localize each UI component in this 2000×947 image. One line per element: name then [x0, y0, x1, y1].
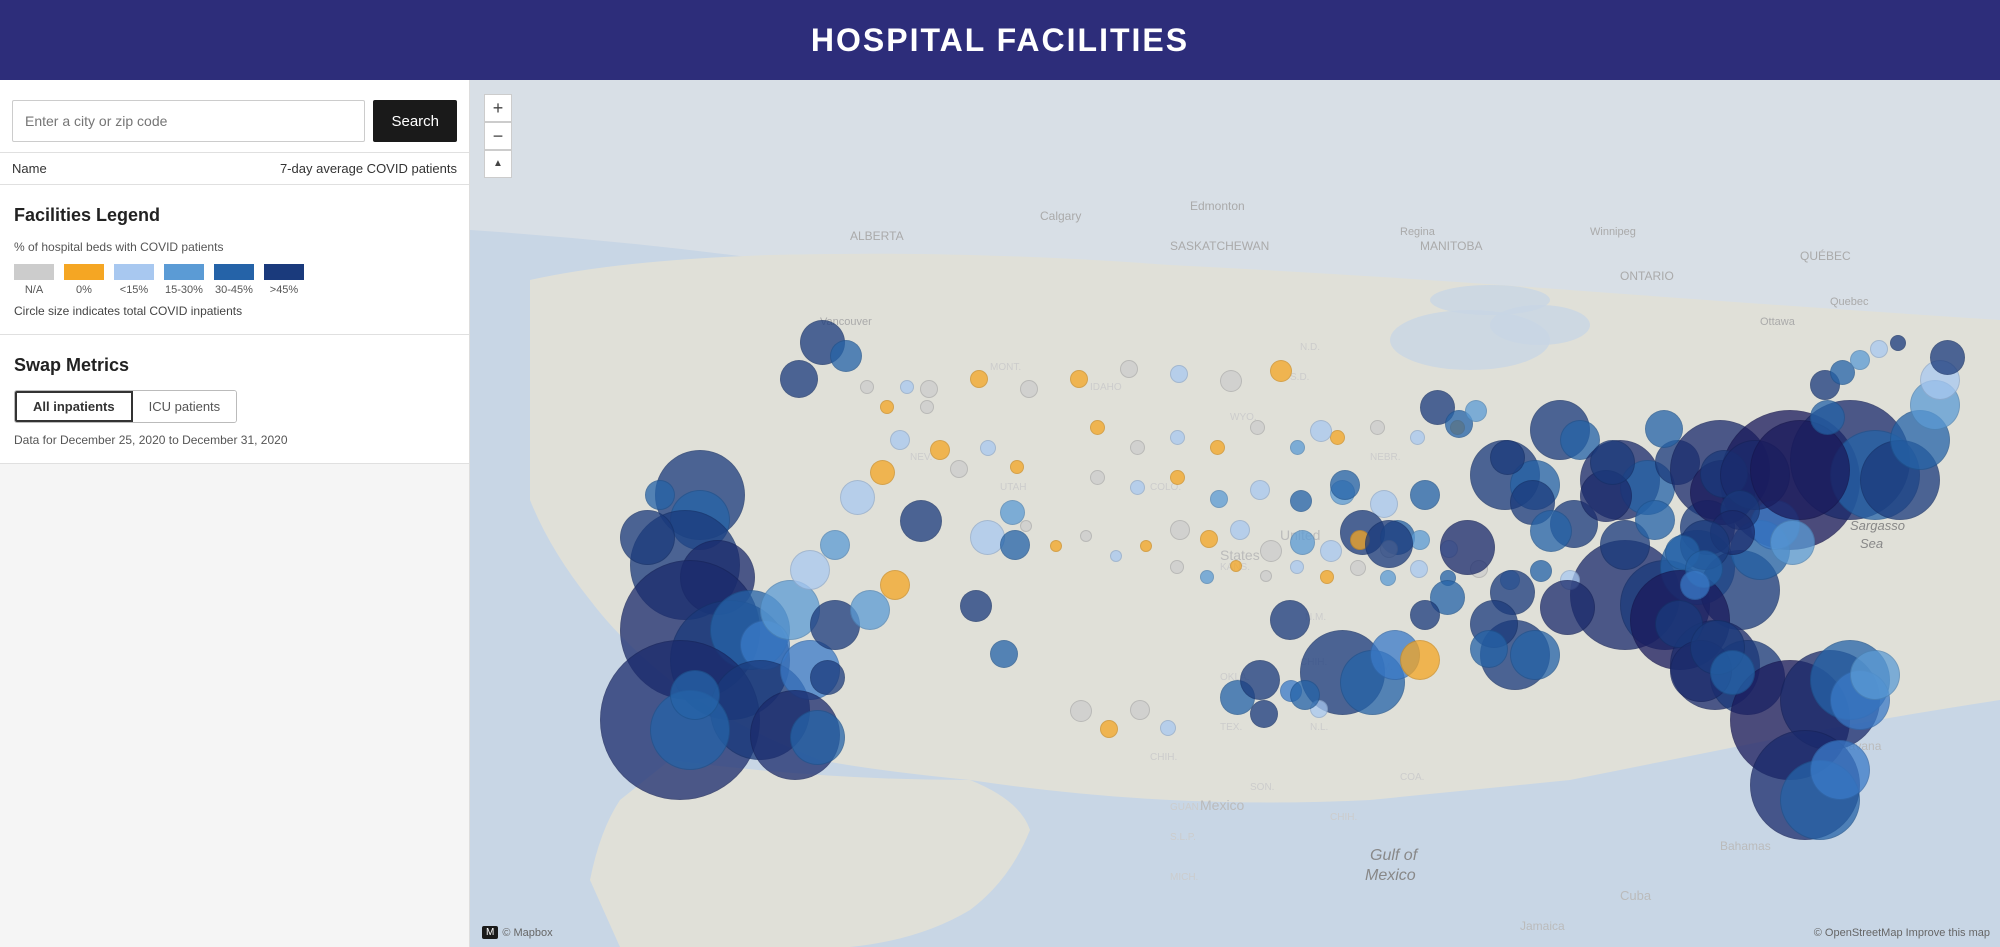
swatch-color-max [264, 264, 304, 280]
swatch-label-45: 30-45% [215, 284, 253, 296]
main-container: Search Name 7-day average COVID patients… [0, 80, 2000, 947]
svg-text:COA.: COA. [1400, 772, 1424, 783]
svg-text:NEBR.: NEBR. [1370, 452, 1401, 463]
svg-text:N.M.: N.M. [1305, 612, 1326, 623]
mapbox-icon: M [482, 926, 498, 939]
svg-text:ONTARIO: ONTARIO [1620, 269, 1674, 283]
sidebar: Search Name 7-day average COVID patients… [0, 80, 470, 947]
svg-text:Cuba: Cuba [1620, 888, 1652, 903]
svg-text:Bahamas: Bahamas [1720, 839, 1771, 853]
svg-text:Ottawa: Ottawa [1760, 316, 1796, 328]
legend-swatch-max: >45% [264, 264, 304, 296]
swatch-label-na: N/A [25, 284, 43, 296]
page-header: HOSPITAL FACILITIES [0, 0, 2000, 80]
swatch-label-30: 15-30% [165, 284, 203, 296]
svg-text:States: States [1220, 547, 1260, 563]
legend-swatch-0: 0% [64, 264, 104, 296]
svg-text:CHIH.: CHIH. [1330, 812, 1357, 823]
svg-text:S.D.: S.D. [1290, 372, 1309, 383]
svg-text:QUÉBEC: QUÉBEC [1800, 248, 1851, 263]
svg-text:Jamaica: Jamaica [1520, 919, 1565, 933]
svg-text:TAM.: TAM. [1370, 662, 1393, 673]
legend-note: Circle size indicates total COVID inpati… [14, 304, 455, 318]
svg-text:Quebec: Quebec [1830, 296, 1869, 308]
svg-text:GUAN.: GUAN. [1170, 802, 1202, 813]
svg-text:Sargasso: Sargasso [1850, 518, 1905, 533]
swatch-color-15 [114, 264, 154, 280]
value-column-header: 7-day average COVID patients [280, 161, 457, 176]
swatch-label-15: <15% [120, 284, 148, 296]
reset-bearing-button[interactable]: ▲ [484, 150, 512, 178]
svg-text:Vancouver: Vancouver [820, 316, 872, 328]
svg-text:MONT.: MONT. [990, 362, 1021, 373]
svg-text:KANS.: KANS. [1220, 562, 1250, 573]
swatch-color-na [14, 264, 54, 280]
swatch-label-max: >45% [270, 284, 298, 296]
map-svg: Gulf of Mexico Sargasso Sea SASKATCHEWAN… [470, 80, 2000, 947]
svg-text:MICH.: MICH. [1170, 872, 1198, 883]
search-button[interactable]: Search [373, 100, 457, 142]
map-attribution: © OpenStreetMap Improve this map [1814, 927, 1990, 939]
svg-text:Regina: Regina [1400, 226, 1436, 238]
page-title: HOSPITAL FACILITIES [811, 22, 1189, 59]
svg-text:Calgary: Calgary [1040, 209, 1081, 223]
svg-text:UTAH: UTAH [1000, 482, 1026, 493]
legend-title: Facilities Legend [14, 205, 455, 226]
swatch-color-45 [214, 264, 254, 280]
legend-swatch-30: 15-30% [164, 264, 204, 296]
table-header: Name 7-day average COVID patients [0, 153, 469, 185]
svg-text:SASKATCHEWAN: SASKATCHEWAN [1170, 239, 1269, 253]
icu-patients-button[interactable]: ICU patients [133, 391, 237, 422]
svg-text:IDAHO: IDAHO [1090, 382, 1122, 393]
date-range: Data for December 25, 2020 to December 3… [14, 433, 455, 447]
all-inpatients-button[interactable]: All inpatients [15, 391, 133, 422]
svg-text:United: United [1280, 527, 1320, 543]
mapbox-logo: M © Mapbox [482, 926, 553, 939]
legend-section: Facilities Legend % of hospital beds wit… [0, 185, 469, 335]
swatch-label-0: 0% [76, 284, 92, 296]
zoom-out-button[interactable]: − [484, 122, 512, 150]
legend-subtitle: % of hospital beds with COVID patients [14, 240, 455, 254]
svg-text:N.D.: N.D. [1300, 342, 1320, 353]
toggle-group: All inpatients ICU patients [14, 390, 237, 423]
attribution-text: © OpenStreetMap Improve this map [1814, 927, 1990, 939]
svg-text:Havana: Havana [1840, 739, 1882, 753]
svg-text:SON.: SON. [1250, 782, 1274, 793]
svg-text:Gulf of: Gulf of [1370, 847, 1419, 864]
svg-text:MANITOBA: MANITOBA [1420, 239, 1482, 253]
map-container[interactable]: Gulf of Mexico Sargasso Sea SASKATCHEWAN… [470, 80, 2000, 947]
legend-swatch-45: 30-45% [214, 264, 254, 296]
svg-text:ALBERTA: ALBERTA [850, 229, 904, 243]
svg-text:NEV.: NEV. [910, 452, 932, 463]
svg-text:S.L.P.: S.L.P. [1170, 832, 1196, 843]
svg-text:Sea: Sea [1860, 536, 1883, 551]
svg-text:Winnipeg: Winnipeg [1590, 226, 1636, 238]
map-controls: + − ▲ [484, 94, 512, 178]
svg-text:CHIH.: CHIH. [1300, 657, 1327, 668]
svg-text:COLO.: COLO. [1150, 482, 1181, 493]
swap-metrics-title: Swap Metrics [14, 355, 455, 376]
svg-text:TEX.: TEX. [1220, 722, 1242, 733]
svg-text:WYO.: WYO. [1230, 412, 1257, 423]
name-column-header: Name [12, 161, 47, 176]
swap-metrics-section: Swap Metrics All inpatients ICU patients… [0, 335, 469, 464]
svg-text:Edmonton: Edmonton [1190, 199, 1245, 213]
legend-colors: N/A 0% <15% 15-30% 30-45% [14, 264, 455, 296]
zoom-in-button[interactable]: + [484, 94, 512, 122]
svg-text:CHIH.: CHIH. [1150, 752, 1177, 763]
legend-swatch-15: <15% [114, 264, 154, 296]
svg-text:Mexico: Mexico [1365, 867, 1416, 884]
svg-text:Mexico: Mexico [1200, 797, 1245, 813]
search-area: Search [0, 80, 469, 153]
svg-text:OKLA.: OKLA. [1220, 672, 1249, 683]
svg-text:N.L.: N.L. [1310, 722, 1328, 733]
swatch-color-0 [64, 264, 104, 280]
search-input[interactable] [12, 100, 365, 142]
swatch-color-30 [164, 264, 204, 280]
mapbox-label: © Mapbox [502, 927, 552, 939]
legend-swatch-na: N/A [14, 264, 54, 296]
